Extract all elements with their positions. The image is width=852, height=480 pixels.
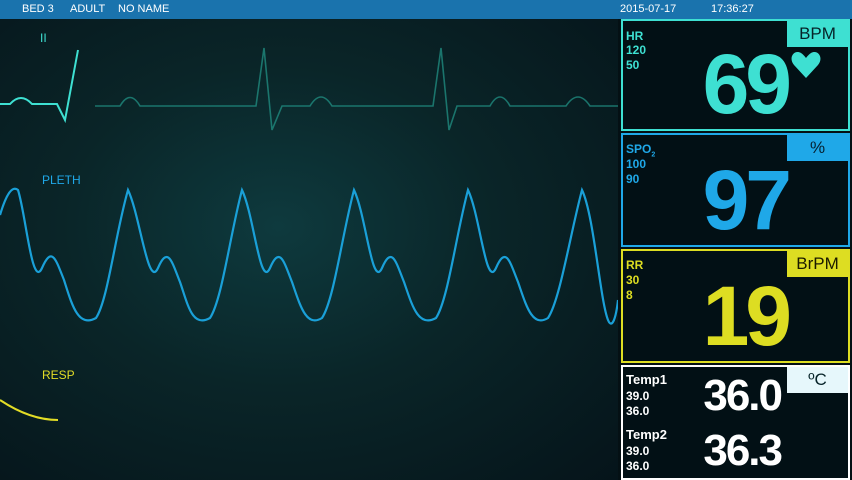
hr-unit: BPM (787, 21, 848, 47)
ecg-lead-label: II (40, 31, 47, 45)
bed-label: BED 3 (22, 3, 54, 15)
temp-panel[interactable]: ºC Temp1 39.0 36.0 36.0 Temp2 39.0 36.0 … (621, 365, 850, 480)
temp1-label: Temp1 (626, 372, 667, 387)
ecg-trace-faded (95, 47, 618, 131)
spo2-panel[interactable]: % SPO2 100 90 97 (621, 133, 850, 247)
pleth-label: PLETH (42, 173, 81, 187)
hr-panel[interactable]: BPM HR 120 50 69 (621, 19, 850, 131)
rr-unit: BrPM (787, 251, 848, 277)
rr-value: 19 (702, 269, 792, 363)
temp2-low-limit: 36.0 (626, 459, 650, 473)
date: 2015-07-17 (620, 3, 677, 15)
spo2-unit: % (787, 135, 848, 161)
hr-label: HR (626, 29, 644, 43)
rr-low-limit: 8 (626, 288, 633, 302)
temp2-value: 36.3 (703, 426, 783, 475)
temp1-high-limit: 39.0 (626, 389, 650, 403)
temp2-label: Temp2 (626, 427, 667, 442)
resp-label: RESP (42, 368, 75, 382)
ecg-trace (0, 49, 79, 124)
spo2-high-limit: 100 (626, 157, 647, 171)
temp1-low-limit: 36.0 (626, 404, 650, 418)
temp1-value: 36.0 (703, 371, 783, 420)
rr-label: RR (626, 258, 644, 272)
temp-unit: ºC (787, 367, 848, 393)
waveform-area: II PLETH RESP (0, 19, 618, 480)
clock: 17:36:27 (711, 3, 754, 15)
status-bar: BED 3 ADULT NO NAME 2015-07-17 17:36:27 (0, 0, 852, 19)
temp2-high-limit: 39.0 (626, 444, 650, 458)
rr-panel[interactable]: BrPM RR 30 8 19 (621, 249, 850, 363)
spo2-low-limit: 90 (626, 172, 640, 186)
hr-high-limit: 120 (626, 43, 647, 57)
patient-name: NO NAME (118, 3, 170, 15)
spo2-value: 97 (702, 153, 792, 247)
rr-high-limit: 30 (626, 273, 640, 287)
resp-trace (0, 399, 59, 421)
pleth-trace (0, 186, 618, 325)
patient-type: ADULT (70, 3, 106, 15)
hr-low-limit: 50 (626, 58, 640, 72)
hr-value: 69 (702, 37, 792, 131)
waveform-canvas (0, 47, 618, 421)
heart-icon (791, 52, 821, 78)
